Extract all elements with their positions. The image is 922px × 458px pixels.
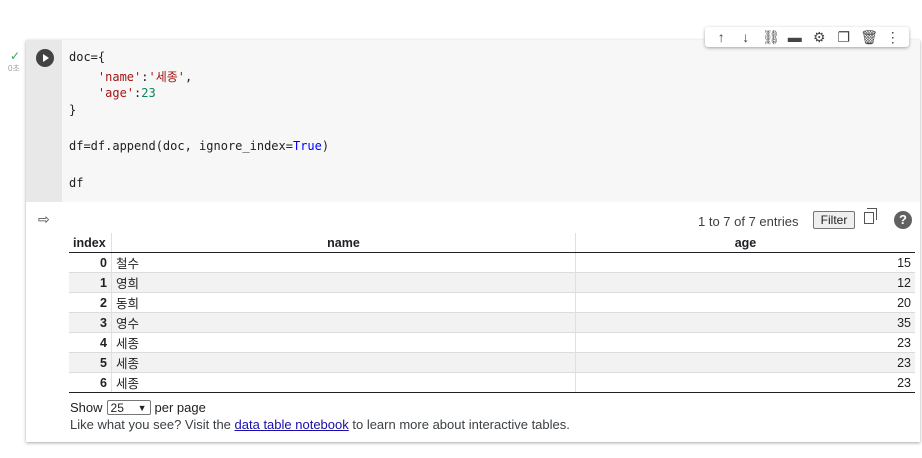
cell-age: 35 xyxy=(575,312,915,333)
execution-success-icon: ✓ xyxy=(10,49,21,63)
page-size-control: Show 25 ▼ per page xyxy=(70,400,206,415)
page-size-select[interactable]: 25 ▼ xyxy=(106,400,151,415)
table-row: 1 영희 12 xyxy=(69,272,915,293)
filter-button[interactable]: Filter xyxy=(813,211,855,229)
cell-age: 20 xyxy=(575,292,915,313)
more-icon[interactable]: ⋮ xyxy=(885,29,901,45)
cell-index: 4 xyxy=(69,332,112,353)
cell-index: 2 xyxy=(69,292,112,313)
previous-output-row: 3영수35 xyxy=(0,0,922,14)
code-line: doc={ xyxy=(69,50,106,64)
prev-name: 영수 xyxy=(116,11,164,14)
code-line: 'age':23 xyxy=(97,86,156,100)
cell-index: 1 xyxy=(69,272,112,293)
settings-icon[interactable]: ⚙ xyxy=(811,29,827,45)
code-line: df=df.append(doc, ignore_index=True) xyxy=(69,139,330,153)
cell-age: 15 xyxy=(575,252,915,273)
execution-time: 0초 xyxy=(8,64,20,73)
code-line: } xyxy=(69,103,77,117)
table-row: 5 세종 23 xyxy=(69,352,915,373)
cell-toolbar: ↑ ↓ ⛓ ▬ ⚙ ❐ 🗑 ⋮ xyxy=(705,27,909,47)
table-row: 3 영수 35 xyxy=(69,312,915,333)
cell-name: 동희 xyxy=(111,292,576,313)
entries-info: 1 to 7 of 7 entries xyxy=(698,214,799,229)
cell-gutter xyxy=(26,40,62,202)
column-header-name[interactable]: name xyxy=(111,233,576,253)
link-icon[interactable]: ⛓ xyxy=(762,29,780,45)
run-cell-button[interactable] xyxy=(36,49,54,67)
cell-index: 6 xyxy=(69,372,112,393)
table-row: 6 세종 23 xyxy=(69,372,915,393)
data-table: index name age 0 철수 15 1 영희 12 2 동희 20 3 영수 35 4… xyxy=(69,233,915,393)
table-row: 4 세종 23 xyxy=(69,332,915,353)
arrow-up-icon[interactable]: ↑ xyxy=(713,29,729,45)
promo-text: Like what you see? Visit the data table … xyxy=(70,417,570,432)
help-icon[interactable]: ? xyxy=(894,211,912,229)
comment-icon[interactable]: ▬ xyxy=(787,29,803,45)
output-actions-icon[interactable]: ⇨ xyxy=(38,211,50,228)
cell-index: 5 xyxy=(69,352,112,373)
data-table-notebook-link[interactable]: data table notebook xyxy=(235,417,349,432)
code-line: df xyxy=(69,176,84,190)
promo-suffix: to learn more about interactive tables. xyxy=(348,417,570,432)
cell-age: 23 xyxy=(575,352,915,373)
code-editor[interactable]: doc={ 'name':'세종', 'age':23 } df=df.appe… xyxy=(62,40,920,202)
cell-index: 3 xyxy=(69,312,112,333)
page-size-value: 25 xyxy=(110,401,124,415)
column-header-age[interactable]: age xyxy=(575,233,915,253)
cell-age: 12 xyxy=(575,272,915,293)
cell-index: 0 xyxy=(69,252,112,273)
chevron-down-icon: ▼ xyxy=(137,403,147,413)
cell-name: 영희 xyxy=(111,272,576,293)
table-row: 0 철수 15 xyxy=(69,252,915,273)
cell-name: 영수 xyxy=(111,312,576,333)
column-header-index[interactable]: index xyxy=(69,233,112,253)
table-row: 2 동희 20 xyxy=(69,292,915,313)
cell-age: 23 xyxy=(575,372,915,393)
code-cell[interactable]: doc={ 'name':'세종', 'age':23 } df=df.appe… xyxy=(26,40,920,442)
mirror-cell-icon[interactable]: ❐ xyxy=(836,29,852,45)
cell-name: 세종 xyxy=(111,352,576,373)
arrow-down-icon[interactable]: ↓ xyxy=(738,29,754,45)
delete-icon[interactable]: 🗑 xyxy=(860,29,878,45)
copy-icon[interactable] xyxy=(864,208,877,224)
cell-age: 23 xyxy=(575,332,915,353)
show-label: Show xyxy=(70,400,103,415)
cell-name: 세종 xyxy=(111,372,576,393)
per-page-label: per page xyxy=(154,400,206,415)
cell-name: 세종 xyxy=(111,332,576,353)
code-line: 'name':'세종', xyxy=(97,70,193,84)
cell-name: 철수 xyxy=(111,252,576,273)
promo-prefix: Like what you see? Visit the xyxy=(70,417,235,432)
